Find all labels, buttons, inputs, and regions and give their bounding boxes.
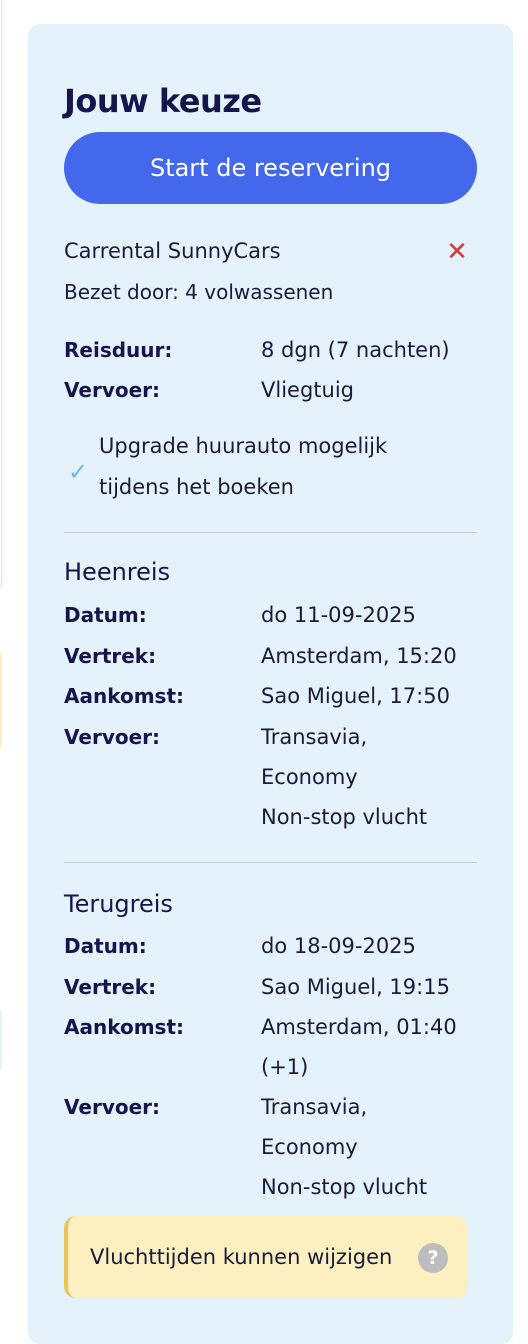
summary-label: Reisduur:: [64, 338, 173, 362]
upgrade-note-line: Upgrade huurauto mogelijk: [99, 434, 388, 458]
detail-label: Aankomst:: [64, 684, 185, 708]
flight-times-notice: Vluchttijden kunnen wijzigen ?: [64, 1216, 468, 1298]
background-notice-edge: [0, 650, 2, 750]
summary-label: Vervoer:: [64, 378, 161, 402]
summary-value: 8 dgn (7 nachten): [261, 338, 450, 362]
detail-label: Datum:: [64, 603, 147, 627]
occupancy-text: Bezet door: 4 volwassenen: [64, 280, 334, 304]
divider: [64, 862, 477, 863]
detail-value: Transavia, Economy Non-stop vlucht: [261, 1095, 428, 1199]
background-info-edge: [0, 1008, 2, 1072]
detail-value: do 18-09-2025: [261, 934, 416, 958]
panel-title: Jouw keuze: [64, 82, 262, 120]
detail-label: Vertrek:: [64, 975, 157, 999]
return-heading: Terugreis: [64, 890, 173, 918]
upgrade-note-line: tijdens het boeken: [99, 475, 294, 499]
notice-text: Vluchttijden kunnen wijzigen: [90, 1245, 393, 1269]
selection-panel: Jouw keuze Start de reservering Carrenta…: [28, 24, 513, 1344]
detail-label: Vervoer:: [64, 725, 161, 749]
detail-value: Sao Miguel, 17:50: [261, 684, 450, 708]
detail-label: Vertrek:: [64, 644, 157, 668]
start-reservation-button[interactable]: Start de reservering: [64, 132, 477, 204]
detail-label: Datum:: [64, 934, 147, 958]
detail-value: Amsterdam, 15:20: [261, 644, 457, 668]
accommodation-name: Carrental SunnyCars: [64, 239, 281, 263]
divider: [64, 532, 477, 533]
background-card-edge: [0, 0, 2, 590]
detail-label: Vervoer:: [64, 1095, 161, 1119]
detail-value: Sao Miguel, 19:15: [261, 975, 450, 999]
help-icon[interactable]: ?: [418, 1243, 448, 1273]
detail-label: Aankomst:: [64, 1015, 185, 1039]
outbound-heading: Heenreis: [64, 558, 171, 586]
detail-value: Transavia, Economy Non-stop vlucht: [261, 725, 428, 829]
close-icon[interactable]: ✕: [444, 239, 470, 265]
summary-value: Vliegtuig: [261, 378, 354, 402]
detail-value: do 11-09-2025: [261, 603, 416, 627]
checkmark-icon: ✓: [68, 458, 89, 486]
detail-value: Amsterdam, 01:40 (+1): [261, 1015, 457, 1079]
